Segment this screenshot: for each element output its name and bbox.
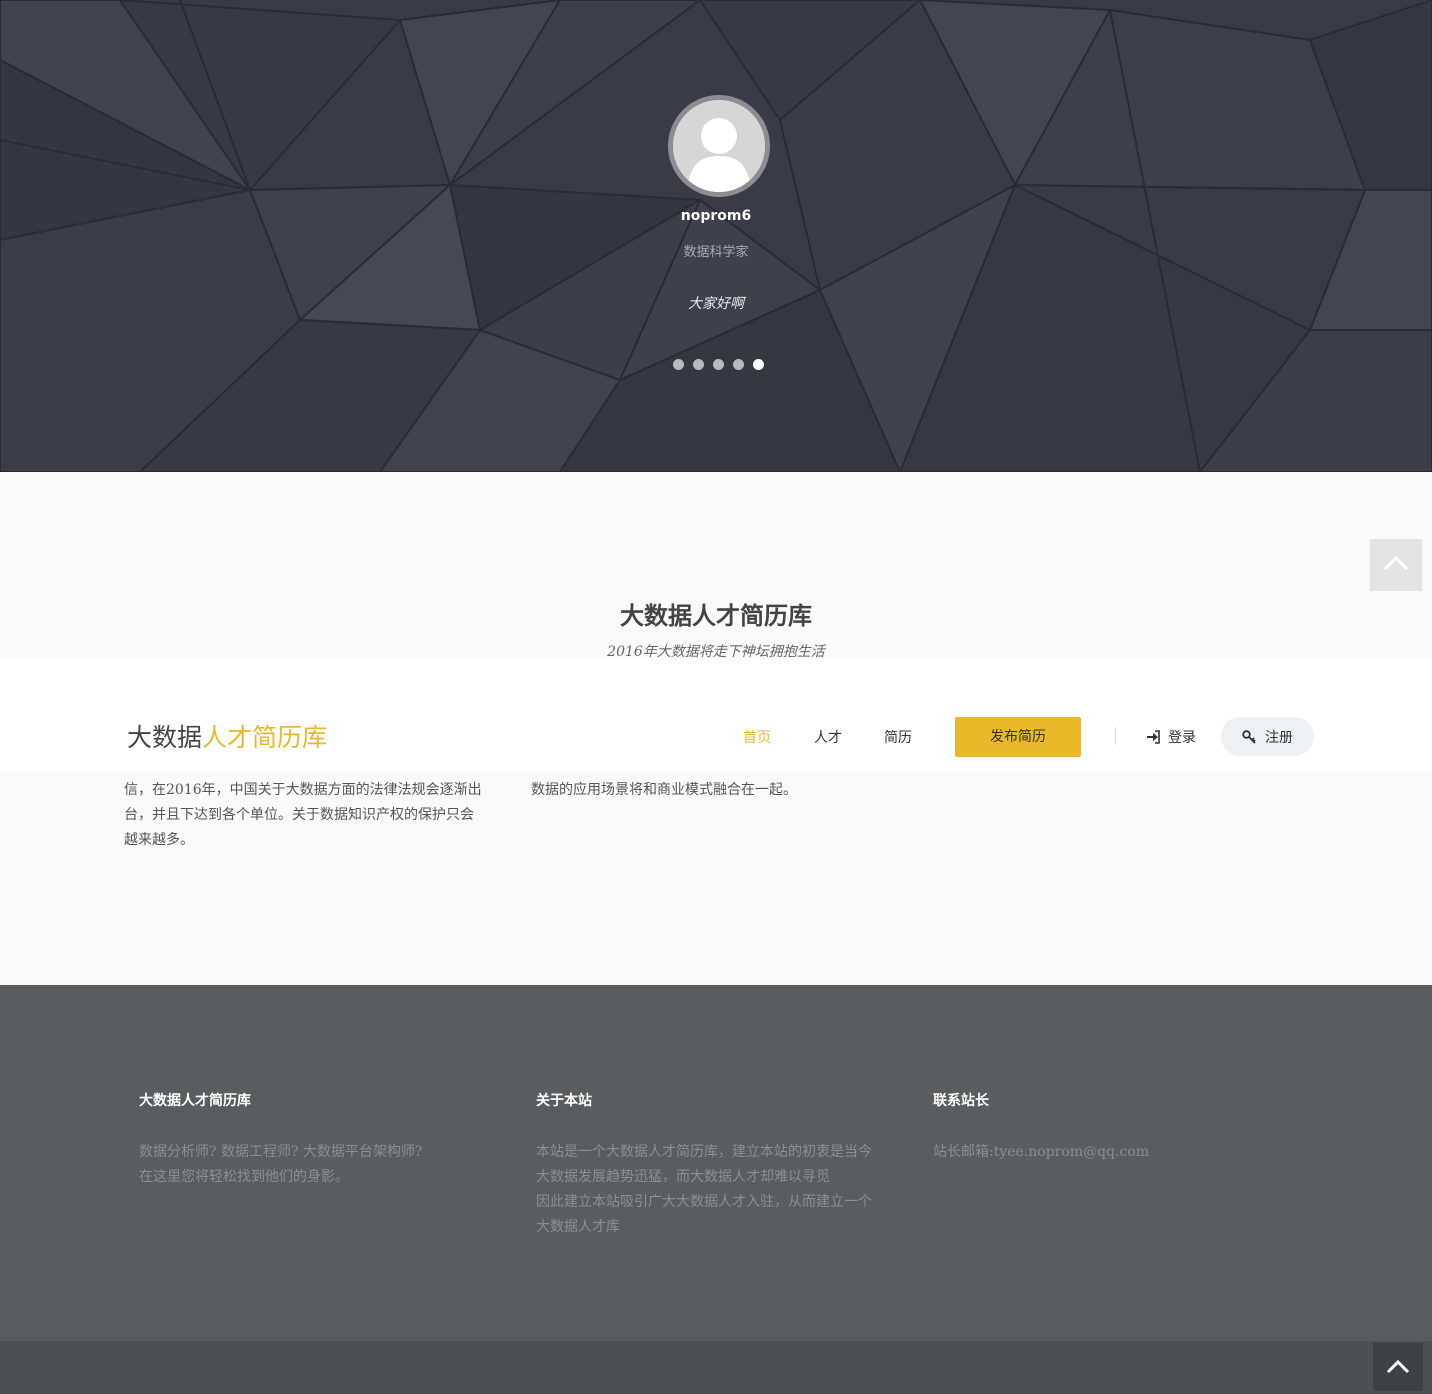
carousel-dot-4[interactable] [733,359,744,370]
footer-line: 在这里您将轻松找到他们的身影。 [139,1169,349,1185]
content-line: 台，并且下达到各个单位。关于数据知识产权的保护只会 [124,807,474,823]
chevron-up-icon [1386,1359,1410,1374]
footer-title-contact: 联系站长 [933,1093,989,1109]
footer-line: 数据分析师? 数据工程师? 大数据平台架构师? [139,1144,423,1160]
publish-resume-button[interactable]: 发布简历 [955,717,1081,757]
footer-line: 本站是一个大数据人才简历库，建立本站的初衷是当今 [536,1144,872,1160]
footer-bottom-bar [0,1341,1432,1394]
footer-line: 因此建立本站吸引广大大数据人才入驻，从而建立一个 [536,1194,872,1210]
footer-title-about: 关于本站 [536,1093,592,1109]
back-to-top-button[interactable] [1373,1343,1423,1391]
contact-email[interactable]: 站长邮箱:tyee.noprom@qq.com [933,1140,1149,1165]
logo-text-3: 简历库 [252,723,328,752]
content-column-1: 信，在2016年，中国关于大数据方面的法律法规会逐渐出 台，并且下达到各个单位。… [124,778,482,853]
footer: 大数据人才简历库 数据分析师? 数据工程师? 大数据平台架构师? 在这里您将轻松… [0,985,1432,1341]
navbar: 大数据人才简历库 首页 人才 简历 发布简历 登录 注册 [0,658,1432,772]
register-button[interactable]: 注册 [1221,717,1314,756]
hero-polygon-background [0,0,1432,472]
login-link[interactable]: 登录 [1146,727,1196,747]
login-label: 登录 [1168,730,1196,746]
logo-text-1: 大数据 [127,723,203,752]
footer-text-contact: 站长邮箱:tyee.noprom@qq.com [933,1140,1149,1165]
carousel-dot-3[interactable] [713,359,724,370]
carousel-dot-2[interactable] [693,359,704,370]
footer-title-site: 大数据人才简历库 [139,1093,251,1109]
chevron-up-icon [1383,555,1409,571]
hero-banner: noprom6 数据科学家 大家好啊 [0,0,1432,472]
nav-item-resume[interactable]: 简历 [884,727,912,747]
carousel-dot-1[interactable] [673,359,684,370]
carousel-indicators [673,359,764,370]
register-label: 注册 [1265,729,1293,746]
carousel-dot-5[interactable] [753,359,764,370]
nav-item-home[interactable]: 首页 [743,727,771,747]
footer-line: 大数据发展趋势迅猛，而大数据人才却难以寻觅 [536,1169,830,1185]
site-logo[interactable]: 大数据人才简历库 [127,722,327,754]
profile-name: noprom6 [680,208,752,224]
content-line: 越来越多。 [124,832,194,848]
scroll-to-top-button[interactable] [1370,539,1422,591]
user-avatar-icon[interactable] [668,95,770,197]
sign-in-icon [1147,730,1160,744]
footer-line: 大数据人才库 [536,1219,620,1235]
content-line: 数据的应用场景将和商业模式融合在一起。 [531,782,797,798]
key-icon [1242,729,1256,744]
section-title: 大数据人才简历库 [620,602,812,630]
profile-quote: 大家好啊 [688,296,744,312]
nav-divider [1115,727,1116,745]
profile-role: 数据科学家 [683,245,749,260]
footer-text-site: 数据分析师? 数据工程师? 大数据平台架构师? 在这里您将轻松找到他们的身影。 [139,1140,422,1190]
content-column-2: 数据的应用场景将和商业模式融合在一起。 [531,778,797,803]
logo-text-2: 人才 [202,723,253,752]
nav-item-talent[interactable]: 人才 [814,727,842,747]
content-line: 信，在2016年，中国关于大数据方面的法律法规会逐渐出 [124,782,482,798]
footer-text-about: 本站是一个大数据人才简历库，建立本站的初衷是当今 大数据发展趋势迅猛，而大数据人… [536,1140,872,1240]
